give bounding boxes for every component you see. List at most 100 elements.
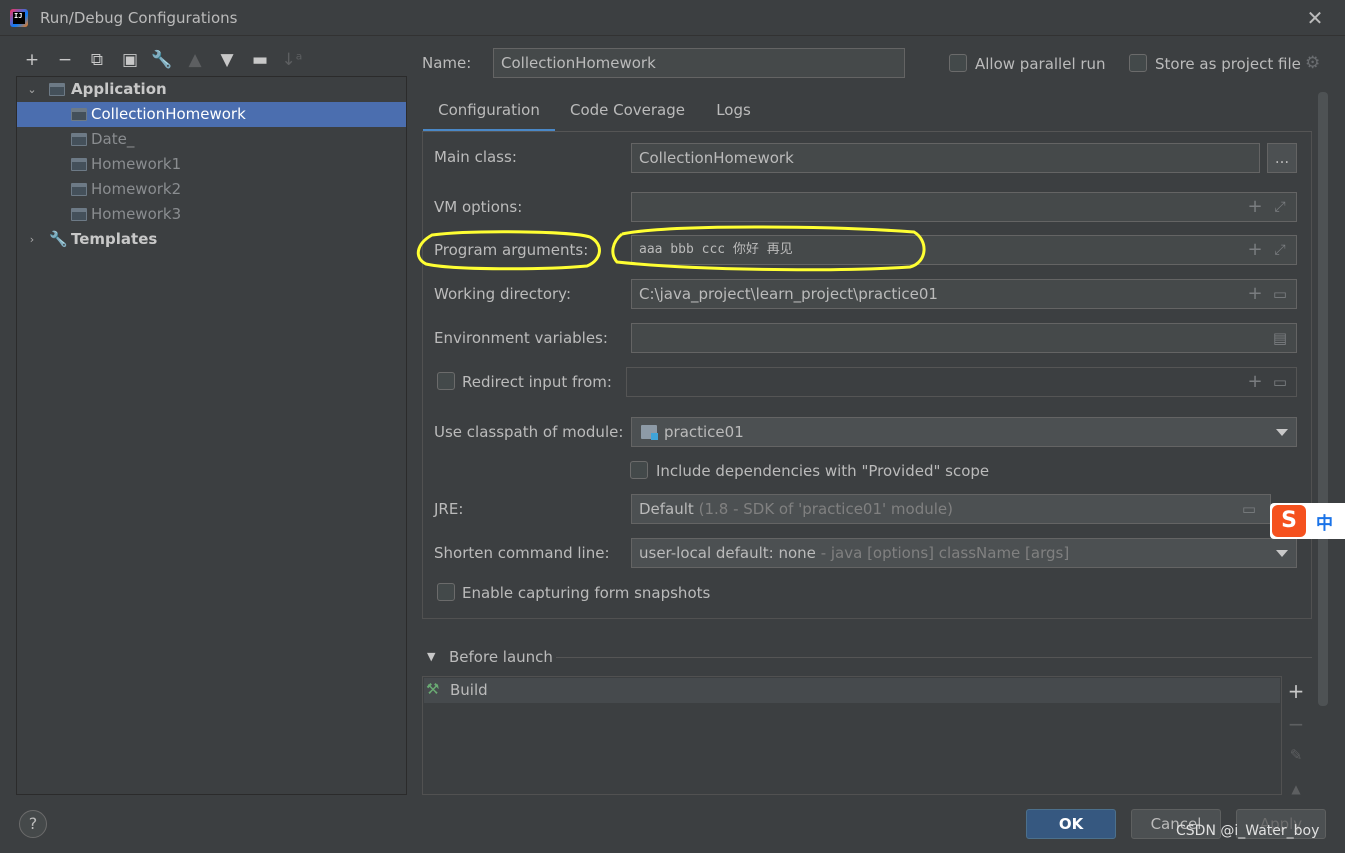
shorten-command-label: Shorten command line: (434, 544, 610, 562)
chevron-down-icon (1276, 550, 1288, 557)
name-label: Name: (422, 54, 472, 72)
copy-icon[interactable]: ⧉ (85, 48, 109, 72)
arrow-up-icon[interactable]: ▲ (183, 48, 207, 72)
jre-label: JRE: (434, 500, 464, 518)
before-launch-list[interactable]: ⚒ Build (422, 676, 1282, 795)
config-icon (71, 208, 87, 221)
tree-label: Homework1 (91, 155, 182, 173)
vm-options-input[interactable]: + ⤢ (631, 192, 1297, 222)
redirect-input-field[interactable]: + ▭ (626, 367, 1297, 397)
tree-label: Homework2 (91, 180, 182, 198)
redirect-input-label: Redirect input from: (462, 373, 612, 391)
ime-mode-label: 中 (1316, 514, 1333, 534)
tree-item-collectionhomework[interactable]: CollectionHomework (17, 102, 406, 127)
application-icon (49, 83, 65, 96)
window-title: Run/Debug Configurations (40, 9, 238, 27)
expand-icon[interactable]: ⤢ (1269, 236, 1291, 264)
tree-label: Application (71, 80, 167, 98)
close-icon[interactable]: ✕ (1303, 6, 1327, 30)
minus-icon[interactable]: − (1284, 712, 1308, 736)
hammer-icon: ⚒ (426, 680, 440, 698)
folder-icon[interactable]: ▭ (1269, 368, 1291, 396)
main-class-input[interactable]: CollectionHomework (631, 143, 1260, 173)
wrench-icon[interactable]: 🔧 (150, 48, 174, 72)
chevron-down-icon (1276, 429, 1288, 436)
working-directory-value: C:\java_project\learn_project\practice01 (639, 285, 938, 303)
before-launch-divider (556, 657, 1312, 658)
environment-variables-label: Environment variables: (434, 329, 608, 347)
config-icon (71, 133, 87, 146)
expand-icon[interactable]: ⤢ (1269, 193, 1291, 221)
tree-group-application[interactable]: ⌄ Application (17, 77, 406, 102)
document-icon[interactable]: ▤ (1269, 324, 1291, 352)
pencil-icon[interactable]: ✎ (1284, 743, 1308, 767)
shorten-command-hint: - java [options] className [args] (820, 544, 1070, 562)
collapse-triangle-icon[interactable]: ▼ (427, 650, 435, 663)
classpath-module-select[interactable]: practice01 (631, 417, 1297, 447)
tree-group-templates[interactable]: › 🔧 Templates (17, 227, 406, 252)
shorten-command-value: user-local default: none (639, 544, 816, 562)
chevron-right-icon[interactable]: › (25, 227, 39, 252)
module-folder-icon (641, 425, 658, 440)
tree-item-homework2[interactable]: Homework2 (17, 177, 406, 202)
tree-item-homework1[interactable]: Homework1 (17, 152, 406, 177)
jre-value: Default (639, 500, 694, 518)
plus-icon[interactable]: + (20, 48, 44, 72)
plus-icon[interactable]: + (1244, 280, 1266, 308)
include-dependencies-checkbox[interactable] (630, 461, 648, 479)
gear-icon[interactable]: ⚙ (1305, 53, 1320, 73)
name-input[interactable]: CollectionHomework (493, 48, 905, 78)
arrow-up-icon[interactable]: ▲ (1284, 777, 1308, 801)
folder-icon[interactable]: ▭ (1238, 495, 1260, 523)
allow-parallel-label: Allow parallel run (975, 55, 1106, 73)
capture-snapshots-label: Enable capturing form snapshots (462, 584, 711, 602)
new-folder-icon[interactable]: ▬ (248, 48, 272, 72)
sogou-logo-icon: S (1272, 505, 1306, 537)
ime-indicator[interactable]: S 中 (1270, 503, 1345, 539)
main-class-label: Main class: (434, 148, 517, 166)
ok-button[interactable]: OK (1026, 809, 1116, 839)
help-button[interactable]: ? (19, 810, 47, 838)
store-project-checkbox[interactable] (1129, 54, 1147, 72)
classpath-module-value: practice01 (664, 423, 744, 441)
working-directory-input[interactable]: C:\java_project\learn_project\practice01… (631, 279, 1297, 309)
tree-label: Homework3 (91, 205, 182, 223)
jre-hint: (1.8 - SDK of 'practice01' module) (698, 500, 953, 518)
list-item-label: Build (450, 681, 488, 699)
save-icon[interactable]: ▣ (118, 48, 142, 72)
config-icon (71, 108, 87, 121)
plus-icon[interactable]: + (1244, 193, 1266, 221)
tab-configuration[interactable]: Configuration (423, 96, 555, 132)
before-launch-title: Before launch (449, 648, 553, 666)
configuration-tree[interactable]: ⌄ Application CollectionHomework Date_ H… (16, 76, 407, 795)
tree-item-homework3[interactable]: Homework3 (17, 202, 406, 227)
plus-icon[interactable]: + (1244, 368, 1266, 396)
environment-variables-input[interactable]: ▤ (631, 323, 1297, 353)
config-icon (71, 183, 87, 196)
plus-icon[interactable]: + (1244, 236, 1266, 264)
sort-alpha-icon[interactable]: ↓ᵃ (280, 48, 304, 72)
shorten-command-select[interactable]: user-local default: none - java [options… (631, 538, 1297, 568)
capture-snapshots-checkbox[interactable] (437, 583, 455, 601)
highlight-annotation (416, 225, 926, 272)
minus-icon[interactable]: − (53, 48, 77, 72)
folder-icon[interactable]: ▭ (1269, 280, 1291, 308)
config-icon (71, 158, 87, 171)
arrow-down-icon[interactable]: ▼ (215, 48, 239, 72)
list-item[interactable]: ⚒ Build (424, 678, 1280, 703)
plus-icon[interactable]: + (1284, 679, 1308, 703)
allow-parallel-checkbox[interactable] (949, 54, 967, 72)
jre-select[interactable]: Default (1.8 - SDK of 'practice01' modul… (631, 494, 1271, 524)
wrench-icon: 🔧 (49, 230, 68, 248)
tab-code-coverage[interactable]: Code Coverage (564, 96, 691, 132)
tree-item-date[interactable]: Date_ (17, 127, 406, 152)
classpath-module-label: Use classpath of module: (434, 423, 624, 441)
tab-logs[interactable]: Logs (706, 96, 761, 132)
chevron-down-icon[interactable]: ⌄ (25, 77, 39, 102)
browse-button[interactable]: ... (1267, 143, 1297, 173)
redirect-input-checkbox[interactable] (437, 372, 455, 390)
scrollbar[interactable] (1318, 92, 1328, 706)
intellij-logo-icon: IJ (10, 9, 28, 27)
title-bar: IJ Run/Debug Configurations ✕ (0, 0, 1345, 36)
working-directory-label: Working directory: (434, 285, 572, 303)
